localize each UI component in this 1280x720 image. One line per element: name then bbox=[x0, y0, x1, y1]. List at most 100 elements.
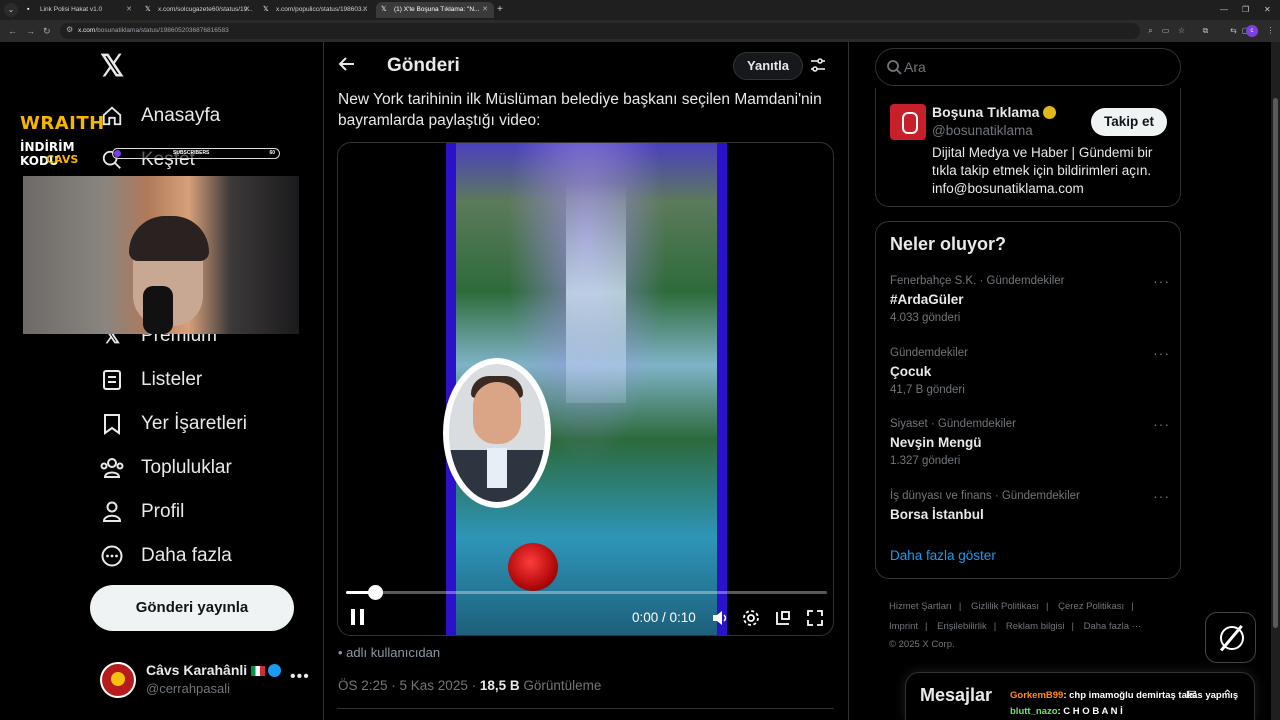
microphone bbox=[143, 286, 173, 334]
cast-icon[interactable]: ▭ bbox=[1160, 25, 1171, 36]
more-options-icon[interactable]: ··· bbox=[1153, 416, 1170, 432]
close-icon[interactable]: ✕ bbox=[362, 2, 368, 18]
fullscreen-icon[interactable] bbox=[806, 609, 824, 627]
post-button[interactable]: Gönderi yayınla bbox=[90, 585, 294, 631]
footer-link[interactable]: Imprint bbox=[889, 617, 918, 637]
divider bbox=[337, 708, 834, 709]
trend-item[interactable]: Fenerbahçe S.K. · Gündemdekiler #ArdaGül… bbox=[890, 273, 1170, 335]
communities-icon bbox=[100, 456, 124, 480]
footer-link[interactable]: Hizmet Şartları bbox=[889, 597, 952, 617]
trend-item[interactable]: Siyaset · Gündemdekiler Nevşin Mengü 1.3… bbox=[890, 416, 1170, 478]
reply-button[interactable]: Yanıtla bbox=[733, 52, 803, 80]
page-icon: ▪ bbox=[27, 6, 30, 13]
browser-tab[interactable]: 𝕏 x.com/populicc/status/198603... ✕ bbox=[258, 2, 374, 18]
tweet-timestamp[interactable]: ÖS 2:25 · 5 Kas 2025 · bbox=[338, 678, 480, 693]
browser-tab[interactable]: 𝕏 x.com/solcugazete60/status/19... ✕ bbox=[140, 2, 256, 18]
new-tab-icon[interactable]: + bbox=[497, 3, 503, 17]
video-progress-bar[interactable] bbox=[346, 585, 827, 600]
view-count: 18,5 B bbox=[479, 678, 520, 693]
trend-item[interactable]: Gündemdekiler Çocuk 41,7 B gönderi ··· bbox=[890, 345, 1170, 407]
browser-tab[interactable]: ▪ Link Polisi Hakat v1.0 ✕ bbox=[22, 2, 138, 18]
footer-link[interactable]: Gizlilik Politikası bbox=[971, 597, 1039, 617]
address-bar: ← → ↻ ⚙ x.com/bosunatiklama/status/19860… bbox=[0, 20, 1280, 42]
footer-link[interactable]: Erişilebilirlik bbox=[937, 617, 987, 637]
bookmark-icon bbox=[100, 412, 124, 436]
video-player[interactable]: 0:00 / 0:10 bbox=[337, 142, 834, 636]
settings-gear-icon[interactable] bbox=[742, 609, 760, 627]
column-divider bbox=[848, 42, 849, 720]
trend-category: Fenerbahçe S.K. · Gündemdekiler bbox=[890, 275, 1065, 287]
forward-icon[interactable]: → bbox=[26, 24, 35, 38]
tab-search-icon[interactable]: ⌄ bbox=[4, 3, 18, 17]
footer-link[interactable]: Daha fazla ··· bbox=[1084, 617, 1142, 637]
column-divider bbox=[323, 42, 324, 720]
sidebar-item-lists[interactable]: Listeler bbox=[100, 365, 202, 395]
search-input[interactable] bbox=[904, 49, 1164, 85]
pause-icon[interactable] bbox=[350, 609, 366, 627]
video-progress-handle[interactable] bbox=[367, 585, 383, 600]
picture-in-picture-icon[interactable] bbox=[774, 609, 792, 627]
back-arrow-icon[interactable] bbox=[338, 55, 356, 78]
bookmark-star-icon[interactable]: ☆ bbox=[1176, 25, 1187, 36]
url-field[interactable]: ⚙ x.com/bosunatiklama/status/19860520368… bbox=[60, 23, 1140, 39]
video-time: 0:00 / 0:10 bbox=[632, 610, 696, 625]
scrollbar-thumb[interactable] bbox=[1273, 98, 1278, 628]
author-name[interactable]: Boşuna Tıklama bbox=[932, 104, 1057, 120]
author-handle[interactable]: @bosunatiklama bbox=[932, 123, 1033, 138]
author-avatar[interactable] bbox=[890, 104, 926, 140]
author-bio: Dijital Medya ve Haber | Gündemi bir tık… bbox=[932, 145, 1153, 196]
scrollbar[interactable] bbox=[1271, 42, 1280, 720]
sidebar-item-label: Topluluklar bbox=[141, 457, 232, 478]
portrait-image bbox=[443, 358, 551, 508]
back-icon[interactable]: ← bbox=[8, 24, 17, 38]
account-switcher[interactable]: Câvs Karahânli @cerrahpasali ••• bbox=[100, 660, 310, 700]
more-options-icon[interactable]: ··· bbox=[1153, 273, 1170, 289]
grok-icon[interactable] bbox=[1205, 612, 1256, 663]
extensions-icon[interactable]: ⧉ bbox=[1200, 25, 1211, 36]
follow-button[interactable]: Takip et bbox=[1091, 108, 1167, 136]
chat-text: : C H O B A N İ bbox=[1057, 706, 1123, 717]
more-options-icon[interactable]: ··· bbox=[1153, 345, 1170, 361]
account-name: Câvs Karahânli bbox=[146, 662, 282, 678]
attribution-note: • adlı kullanıcıdan bbox=[338, 645, 441, 660]
author-card: Boşuna Tıklama @bosunatiklama Takip et D… bbox=[875, 88, 1181, 207]
close-icon[interactable]: ✕ bbox=[126, 2, 132, 18]
account-handle: @cerrahpasali bbox=[146, 681, 231, 696]
site-info-icon[interactable]: ⚙ bbox=[66, 25, 73, 34]
close-window-icon[interactable]: ✕ bbox=[1264, 3, 1271, 17]
trends-title: Neler oluyor? bbox=[890, 234, 1007, 254]
tab-title: x.com/solcugazete60/status/19... bbox=[158, 6, 253, 13]
restore-icon[interactable]: ❐ bbox=[1242, 3, 1249, 17]
sidebar-item-profile[interactable]: Profil bbox=[100, 497, 184, 527]
browser-profile-icon[interactable]: c bbox=[1246, 25, 1258, 37]
sidebar-item-communities[interactable]: Topluluklar bbox=[100, 453, 232, 483]
close-icon[interactable]: ✕ bbox=[244, 2, 250, 18]
subscriber-count: 60 bbox=[269, 150, 275, 156]
trend-item[interactable]: İş dünyası ve finans · Gündemdekiler Bor… bbox=[890, 488, 1170, 550]
browser-tab-active[interactable]: 𝕏 (1) X'te Boşuna Tıklama: "N... ✕ bbox=[376, 2, 494, 18]
volume-icon[interactable] bbox=[711, 609, 729, 627]
show-more-link[interactable]: Daha fazla göster bbox=[890, 548, 996, 563]
search-box[interactable] bbox=[875, 48, 1181, 86]
sidebar-item-label: Daha fazla bbox=[141, 545, 232, 566]
sliders-icon[interactable] bbox=[810, 57, 826, 73]
tab-groups-icon[interactable]: ⇆ bbox=[1228, 25, 1239, 36]
zoom-icon[interactable]: ⌕ bbox=[1145, 25, 1156, 36]
minimize-icon[interactable]: — bbox=[1220, 3, 1228, 17]
browser-menu-icon[interactable]: ⋮ bbox=[1265, 25, 1276, 36]
x-icon: 𝕏 bbox=[381, 6, 387, 13]
sidebar-item-home[interactable]: Anasayfa bbox=[100, 101, 220, 131]
footer-link[interactable]: Reklam bilgisi bbox=[1006, 617, 1065, 637]
trend-count: 4.033 gönderi bbox=[890, 312, 961, 324]
tab-title: Link Polisi Hakat v1.0 bbox=[40, 6, 103, 13]
account-more-icon[interactable]: ••• bbox=[290, 668, 310, 686]
sidebar-item-label: Profil bbox=[141, 501, 185, 522]
footer-link[interactable]: Çerez Politikası bbox=[1058, 597, 1124, 617]
close-icon[interactable]: ✕ bbox=[482, 2, 488, 18]
sidebar-item-more[interactable]: Daha fazla bbox=[100, 541, 232, 571]
sidebar-item-bookmarks[interactable]: Yer İşaretleri bbox=[100, 409, 247, 439]
reload-icon[interactable]: ↻ bbox=[43, 24, 51, 38]
x-logo-icon[interactable]: 𝕏 bbox=[100, 52, 124, 82]
trend-name: Nevşin Mengü bbox=[890, 435, 982, 450]
more-options-icon[interactable]: ··· bbox=[1153, 488, 1170, 504]
